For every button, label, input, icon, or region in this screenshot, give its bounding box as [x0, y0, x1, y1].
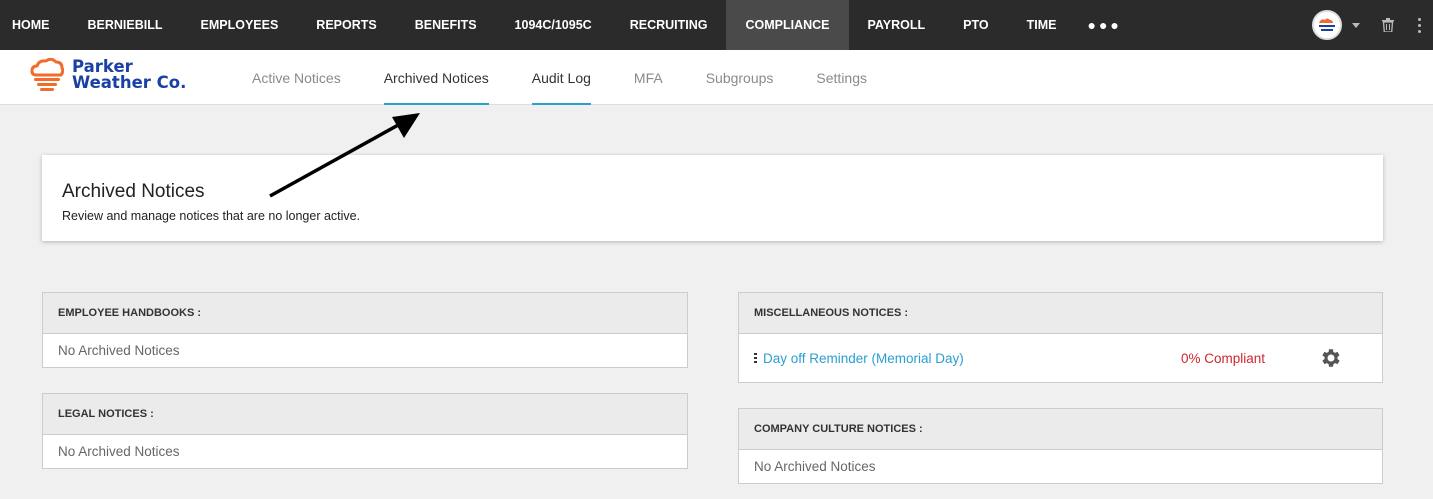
nav-pto[interactable]: PTO	[944, 0, 1007, 50]
ellipsis-icon[interactable]: ●●●	[1076, 0, 1134, 50]
tab-settings[interactable]: Settings	[816, 50, 867, 105]
panel-title: LEGAL NOTICES :	[43, 394, 687, 435]
nav-right-controls	[1312, 0, 1433, 50]
panel-title: EMPLOYEE HANDBOOKS :	[43, 293, 687, 334]
nav-home[interactable]: HOME	[0, 0, 69, 50]
empty-message: No Archived Notices	[754, 459, 876, 474]
company-avatar-icon	[1315, 13, 1339, 37]
avatar[interactable]	[1312, 10, 1342, 40]
chevron-down-icon[interactable]	[1352, 22, 1360, 28]
nav-benefits[interactable]: BENEFITS	[396, 0, 496, 50]
cloud-logo-icon	[30, 58, 64, 91]
compliance-status: 0% Compliant	[1181, 350, 1266, 366]
tab-active-notices[interactable]: Active Notices	[252, 50, 341, 105]
nav-reports[interactable]: REPORTS	[297, 0, 395, 50]
tab-bar: Active Notices Archived Notices Audit Lo…	[252, 50, 910, 105]
panel-employee-handbooks: EMPLOYEE HANDBOOKS : No Archived Notices	[42, 292, 688, 368]
panel-company-culture-notices: COMPANY CULTURE NOTICES : No Archived No…	[738, 408, 1383, 484]
tab-subgroups[interactable]: Subgroups	[706, 50, 774, 105]
nav-1094c-1095c[interactable]: 1094C/1095C	[496, 0, 611, 50]
company-name-line2: Weather Co.	[72, 73, 187, 92]
page-subtitle: Review and manage notices that are no lo…	[62, 209, 361, 223]
page-header-card: Archived Notices Review and manage notic…	[42, 155, 1383, 241]
nav-employees[interactable]: EMPLOYEES	[182, 0, 298, 50]
drag-handle-icon[interactable]	[754, 353, 757, 363]
gear-icon[interactable]	[1319, 346, 1343, 373]
tab-audit-log[interactable]: Audit Log	[531, 50, 592, 105]
notice-row: Day off Reminder (Memorial Day) 0% Compl…	[739, 334, 1382, 382]
panel-legal-notices: LEGAL NOTICES : No Archived Notices	[42, 393, 688, 469]
panel-title: COMPANY CULTURE NOTICES :	[739, 409, 1382, 450]
top-nav: HOME BERNIEBILL EMPLOYEES REPORTS BENEFI…	[0, 0, 1433, 50]
company-logo[interactable]: Parker Weather Co.	[30, 58, 186, 92]
tab-archived-notices[interactable]: Archived Notices	[383, 50, 489, 105]
panel-title: MISCELLANEOUS NOTICES :	[739, 293, 1382, 334]
nav-recruiting[interactable]: RECRUITING	[611, 0, 727, 50]
panel-miscellaneous-notices: MISCELLANEOUS NOTICES : Day off Reminder…	[738, 292, 1383, 383]
nav-time[interactable]: TIME	[1008, 0, 1076, 50]
nav-compliance[interactable]: COMPLIANCE	[726, 0, 849, 50]
empty-message: No Archived Notices	[58, 343, 180, 358]
page-title: Archived Notices	[62, 181, 205, 202]
company-name: Parker Weather Co.	[72, 58, 187, 92]
sub-nav: Parker Weather Co. Active Notices Archiv…	[0, 50, 1433, 105]
nav-berniebill[interactable]: BERNIEBILL	[69, 0, 182, 50]
tab-mfa[interactable]: MFA	[634, 50, 663, 105]
kebab-icon[interactable]	[1418, 17, 1421, 33]
trash-icon[interactable]	[1382, 18, 1394, 32]
nav-payroll[interactable]: PAYROLL	[849, 0, 945, 50]
notice-link[interactable]: Day off Reminder (Memorial Day)	[763, 351, 964, 366]
empty-message: No Archived Notices	[58, 444, 180, 459]
